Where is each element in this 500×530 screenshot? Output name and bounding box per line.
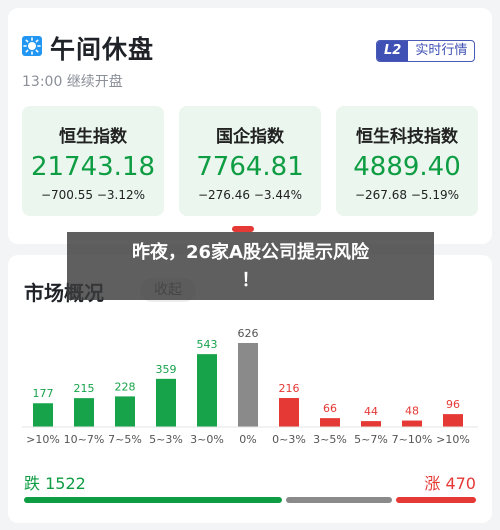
category-label: 5~3% [149, 433, 183, 446]
news-overlay[interactable]: 昨夜，26家A股公司提示风险 ！ [67, 232, 434, 300]
bar-value-label: 48 [405, 405, 419, 418]
flat-bar [286, 497, 393, 503]
bar-7 [320, 418, 340, 427]
bar-6 [279, 398, 299, 427]
fall-bar [24, 497, 283, 503]
category-label: 7~10% [392, 433, 433, 446]
bar-4 [197, 354, 217, 427]
bar-10 [443, 414, 463, 427]
bar-value-label: 96 [446, 398, 460, 411]
rise-count: 涨 470 [424, 474, 476, 493]
bar-2 [115, 396, 135, 427]
category-label: 5~7% [354, 433, 388, 446]
category-label: 0~3% [272, 433, 306, 446]
bar-value-label: 177 [33, 387, 54, 400]
category-label: 3~0% [190, 433, 224, 446]
category-label: 0% [239, 433, 256, 446]
bar-value-label: 215 [74, 382, 95, 395]
category-label: 7~5% [108, 433, 142, 446]
category-label: 10~7% [64, 433, 105, 446]
bar-0 [33, 403, 53, 427]
bar-5 [238, 343, 258, 427]
bar-value-label: 543 [197, 338, 218, 351]
bar-9 [402, 420, 422, 427]
bar-8 [361, 421, 381, 427]
rise-bar [396, 497, 476, 503]
bar-value-label: 359 [156, 363, 177, 376]
bar-value-label: 44 [364, 405, 378, 418]
category-label: >10% [26, 433, 60, 446]
bar-value-label: 216 [279, 382, 300, 395]
distribution-chart: 177 >10% 215 10~7% 228 7~5% 359 5~3% 543 3~0% 626 0… [22, 327, 478, 446]
bar-1 [74, 398, 94, 427]
category-label: >10% [436, 433, 470, 446]
bar-value-label: 66 [323, 402, 337, 415]
bar-value-label: 626 [238, 327, 259, 340]
bar-3 [156, 378, 176, 427]
category-label: 3~5% [313, 433, 347, 446]
fall-count: 跌 1522 [24, 474, 86, 493]
news-headline-mark: ！ [241, 270, 260, 291]
bar-value-label: 228 [115, 380, 136, 393]
news-headline: 昨夜，26家A股公司提示风险 [132, 242, 369, 263]
